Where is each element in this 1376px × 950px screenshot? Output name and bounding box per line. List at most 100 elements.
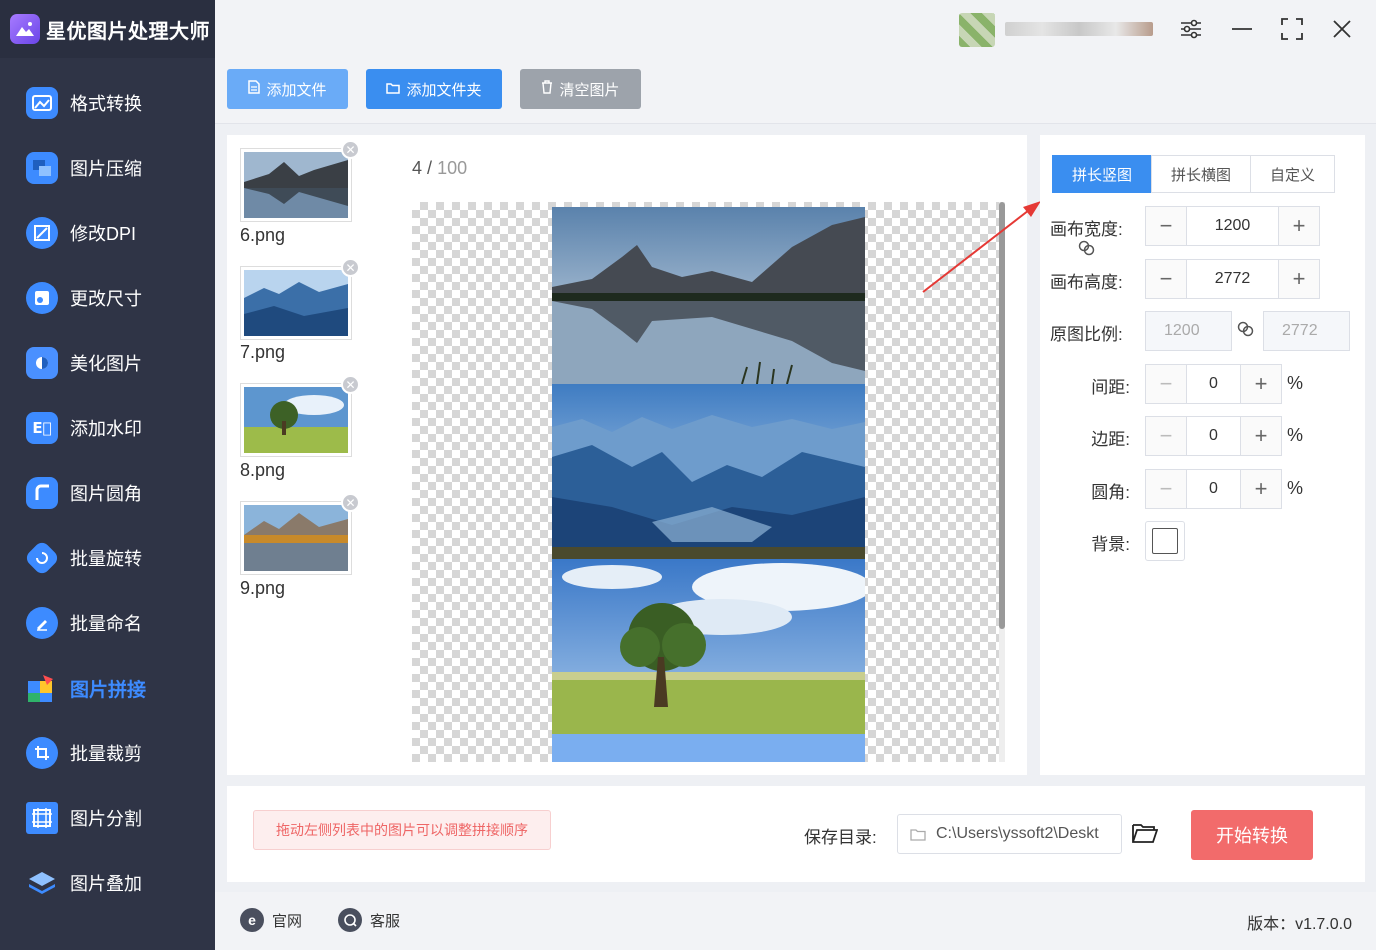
add-folder-button[interactable]: 添加文件夹 — [366, 69, 502, 109]
ratio-width-field: 1200 — [1145, 311, 1232, 351]
decrement-button[interactable]: − — [1146, 207, 1186, 245]
settings-sliders-icon[interactable] — [1178, 16, 1204, 42]
save-path-input[interactable]: C:\Users\yssoft2\Deskt — [897, 814, 1122, 854]
ratio-height-field: 2772 — [1263, 311, 1350, 351]
file-thumbnail[interactable]: ✕ — [240, 258, 360, 340]
link-icon[interactable] — [1078, 240, 1096, 261]
app-logo-icon — [10, 14, 40, 44]
folder-icon — [386, 81, 401, 98]
corner-radius-stepper: − 0 + — [1145, 469, 1282, 509]
sidebar-item-crop[interactable]: 批量裁剪 — [0, 725, 215, 781]
file-thumbnail[interactable]: ✕ — [240, 493, 360, 575]
thumbnail-lake-mountain — [244, 152, 348, 218]
watermark-icon: E⃞ — [26, 412, 58, 444]
avatar[interactable] — [959, 13, 995, 47]
increment-button[interactable]: + — [1279, 260, 1319, 298]
sidebar-item-dpi[interactable]: 修改DPI — [0, 205, 215, 261]
file-name: 7.png — [240, 342, 286, 362]
hint-banner: 拖动左侧列表中的图片可以调整拼接顺序 — [253, 810, 551, 850]
canvas-height-input[interactable]: 2772 — [1186, 260, 1279, 298]
decrement-button[interactable]: − — [1146, 417, 1186, 455]
start-convert-button[interactable]: 开始转换 — [1191, 810, 1313, 860]
trash-icon — [541, 80, 553, 98]
background-color-swatch — [1152, 528, 1178, 554]
decrement-button[interactable]: − — [1146, 365, 1186, 403]
version-label: 版本：v1.7.0.0 — [1247, 916, 1352, 933]
red-arrow-annotation-icon — [922, 201, 1041, 293]
sidebar-item-rounded[interactable]: 图片圆角 — [0, 465, 215, 521]
file-name: 6.png — [240, 225, 286, 245]
corner-radius-input[interactable]: 0 — [1186, 470, 1241, 508]
add-file-button[interactable]: 添加文件 — [227, 69, 348, 109]
margin-stepper: − 0 + — [1145, 416, 1282, 456]
remove-file-icon[interactable]: ✕ — [341, 258, 360, 277]
file-thumbnail[interactable]: ✕ — [240, 140, 360, 222]
chat-icon — [338, 908, 362, 932]
file-name: 9.png — [240, 578, 286, 598]
rename-icon — [26, 607, 58, 639]
thumbnail-autumn-lake — [244, 505, 348, 571]
spacing-label: 间距: — [1091, 378, 1130, 397]
tab-vertical-stitch[interactable]: 拼长竖图 — [1052, 155, 1152, 193]
rotate-icon — [23, 539, 61, 577]
ratio-link-icon[interactable] — [1237, 321, 1255, 342]
sidebar-item-overlay[interactable]: 图片叠加 — [0, 855, 215, 911]
spacing-input[interactable]: 0 — [1186, 365, 1241, 403]
dpi-icon — [26, 217, 58, 249]
sidebar-item-rotate[interactable]: 批量旋转 — [0, 530, 215, 586]
sidebar-item-split[interactable]: 图片分割 — [0, 790, 215, 846]
workspace-panel: ✕ 6.png ✕ 7.png ✕ 8.png ✕ 9.png 4 / 100 — [227, 135, 1027, 775]
image-compress-icon — [26, 152, 58, 184]
website-link[interactable]: e 官网 — [240, 908, 302, 932]
sidebar-item-rename[interactable]: 批量命名 — [0, 595, 215, 651]
margin-input[interactable]: 0 — [1186, 417, 1241, 455]
decrement-button[interactable]: − — [1146, 260, 1186, 298]
brand: 星优图片处理大师 — [0, 0, 215, 58]
clear-images-button[interactable]: 清空图片 — [520, 69, 641, 109]
tab-custom[interactable]: 自定义 — [1250, 155, 1335, 193]
layers-icon — [26, 867, 58, 899]
user-name-blurred — [1005, 22, 1153, 36]
sidebar-item-watermark[interactable]: E⃞ 添加水印 — [0, 400, 215, 456]
percent-unit: % — [1287, 425, 1304, 445]
file-thumbnail[interactable]: ✕ — [240, 375, 360, 457]
spacing-stepper: − 0 + — [1145, 364, 1282, 404]
app-title: 星优图片处理大师 — [46, 20, 210, 43]
stitched-image-preview — [552, 207, 865, 762]
sidebar-item-resize[interactable]: 更改尺寸 — [0, 270, 215, 326]
thumbnail-tree-field — [244, 387, 348, 453]
remove-file-icon[interactable]: ✕ — [341, 140, 360, 159]
sidebar-item-beautify[interactable]: 美化图片 — [0, 335, 215, 391]
canvas-height-stepper: − 2772 + — [1145, 259, 1320, 299]
increment-button[interactable]: + — [1279, 207, 1319, 245]
canvas-width-stepper: − 1200 + — [1145, 206, 1320, 246]
file-name: 8.png — [240, 460, 286, 480]
minimize-icon[interactable] — [1229, 16, 1255, 42]
close-icon[interactable] — [1329, 16, 1355, 42]
tab-horizontal-stitch[interactable]: 拼长横图 — [1151, 155, 1251, 193]
split-icon — [26, 802, 58, 834]
support-link[interactable]: 客服 — [338, 908, 400, 932]
decrement-button[interactable]: − — [1146, 470, 1186, 508]
puzzle-icon — [26, 672, 58, 704]
folder-outline-icon — [910, 828, 926, 841]
crop-icon — [26, 737, 58, 769]
canvas-width-input[interactable]: 1200 — [1186, 207, 1279, 245]
sidebar-item-format-convert[interactable]: 格式转换 — [0, 75, 215, 131]
remove-file-icon[interactable]: ✕ — [341, 375, 360, 394]
sidebar: 星优图片处理大师 格式转换 图片压缩 修改DPI 更改尺寸 美化图片 E⃞ 添加… — [0, 0, 215, 950]
corner-radius-label: 圆角: — [1091, 483, 1130, 502]
increment-button[interactable]: + — [1241, 470, 1281, 508]
increment-button[interactable]: + — [1241, 417, 1281, 455]
sidebar-item-compress[interactable]: 图片压缩 — [0, 140, 215, 196]
remove-file-icon[interactable]: ✕ — [341, 493, 360, 512]
browse-folder-icon[interactable] — [1132, 822, 1159, 849]
sidebar-item-stitch[interactable]: 图片拼接 — [0, 660, 215, 716]
maximize-icon[interactable] — [1279, 16, 1305, 42]
background-color-picker[interactable] — [1145, 521, 1185, 561]
toolbar: 添加文件 添加文件夹 清空图片 — [215, 58, 1376, 124]
canvas-width-label: 画布宽度: — [1050, 220, 1123, 239]
title-bar — [215, 0, 1376, 58]
increment-button[interactable]: + — [1241, 365, 1281, 403]
resize-icon — [26, 282, 58, 314]
